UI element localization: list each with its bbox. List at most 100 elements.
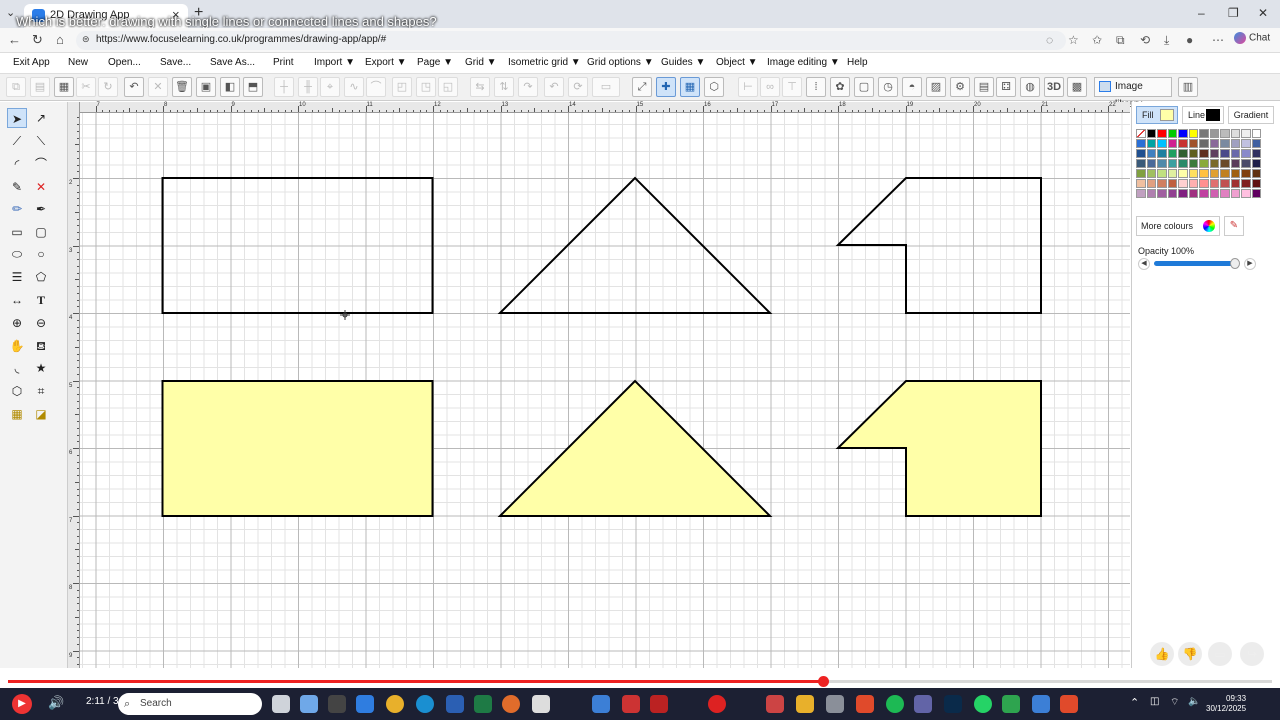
colour-swatch[interactable]	[1199, 159, 1209, 168]
dice-icon[interactable]: ⚃	[996, 77, 1016, 97]
colour-swatch[interactable]	[1146, 169, 1156, 178]
colour-swatch[interactable]	[1136, 169, 1146, 178]
undo-icon[interactable]: ↶	[124, 77, 144, 97]
profile-avatar-icon[interactable]: ●	[1186, 33, 1193, 47]
app-icon-7[interactable]	[856, 695, 874, 713]
colour-swatch[interactable]	[1220, 139, 1230, 148]
filled-triangle[interactable]	[497, 379, 773, 517]
cut-icon[interactable]: ✂	[76, 77, 96, 97]
colour-swatch[interactable]	[1157, 179, 1167, 188]
colour-swatch[interactable]	[1209, 149, 1219, 158]
delete-icon[interactable]: ✕	[148, 77, 168, 97]
app-icon-8[interactable]	[1002, 695, 1020, 713]
trash-icon[interactable]: 🗑	[172, 77, 192, 97]
node-edit-icon[interactable]: ⌖	[320, 77, 340, 97]
drawing-canvas[interactable]	[80, 113, 1130, 668]
colour-swatch[interactable]	[1230, 179, 1240, 188]
colour-swatch[interactable]	[1178, 139, 1188, 148]
arrange-icon[interactable]: ⬒	[243, 77, 263, 97]
menu-open[interactable]: Open...	[108, 57, 141, 68]
colour-swatch[interactable]	[1251, 139, 1261, 148]
show-grid-icon[interactable]: ▦	[680, 77, 700, 97]
colour-swatch[interactable]	[1220, 189, 1230, 198]
restore-icon[interactable]: ❐	[1228, 6, 1239, 20]
colour-swatch[interactable]	[1251, 159, 1261, 168]
opera-icon[interactable]	[708, 695, 726, 713]
paste-icon[interactable]: ▤	[30, 77, 50, 97]
colour-swatch[interactable]	[1136, 159, 1146, 168]
speaker-icon[interactable]: 🔈	[1188, 696, 1200, 707]
favorite-star-icon[interactable]: ☆	[1068, 33, 1079, 47]
app-icon-3[interactable]	[502, 695, 520, 713]
colour-swatch[interactable]	[1230, 149, 1240, 158]
zoom-in-icon[interactable]: ⊕	[7, 313, 27, 333]
colour-swatch[interactable]	[1157, 129, 1167, 138]
eyedropper-icon[interactable]: ✎	[1224, 216, 1244, 236]
colour-swatch[interactable]	[1241, 149, 1251, 158]
arc-draw-icon[interactable]: ◟	[7, 358, 27, 378]
measure-icon[interactable]: ⊤	[782, 77, 802, 97]
select-arrow-icon[interactable]: ➤	[7, 108, 27, 128]
colour-swatch[interactable]	[1230, 189, 1240, 198]
video-progress-bar[interactable]	[0, 668, 1280, 688]
send-back-icon[interactable]: ◳	[416, 77, 436, 97]
dimension-tool-icon[interactable]: ↔	[7, 290, 27, 310]
downloads-icon[interactable]: ⤓	[1164, 33, 1169, 48]
line-tab[interactable]: Line	[1182, 106, 1224, 124]
opacity-increase-icon[interactable]: ▶	[1244, 258, 1256, 270]
line-style-icon[interactable]: ☰	[7, 267, 27, 287]
qr-code-icon[interactable]: ▩	[1067, 77, 1087, 97]
menu-export[interactable]: Export ▼	[365, 57, 407, 68]
colour-swatch[interactable]	[1209, 129, 1219, 138]
gradient-button[interactable]: Gradient	[1228, 106, 1274, 124]
play-icon[interactable]: ▶	[12, 694, 32, 714]
video-progress-knob[interactable]	[818, 676, 830, 687]
circle-tool-icon[interactable]: ○	[31, 244, 51, 264]
colour-swatch[interactable]	[1209, 179, 1219, 188]
no-colour-swatch[interactable]	[1136, 129, 1146, 138]
paste-special-icon[interactable]: ▦	[54, 77, 74, 97]
colour-swatch[interactable]	[1199, 129, 1209, 138]
colour-swatch[interactable]	[1220, 179, 1230, 188]
paint-bucket-icon[interactable]: ⛾	[31, 336, 51, 356]
connected-line-icon[interactable]: ⟍	[31, 131, 51, 151]
rectangle-tool-icon[interactable]: ▭	[7, 222, 27, 242]
colour-swatch[interactable]	[1241, 159, 1251, 168]
whatsapp-icon[interactable]	[974, 695, 992, 713]
colour-swatch[interactable]	[1209, 159, 1219, 168]
colour-swatch[interactable]	[1167, 159, 1177, 168]
fit-page-icon[interactable]: ⤢	[632, 77, 652, 97]
colour-swatch[interactable]	[1178, 189, 1188, 198]
hatch-icon[interactable]: ◍	[1020, 77, 1040, 97]
comment-icon[interactable]: ▭	[1208, 642, 1232, 666]
colour-swatch[interactable]	[1241, 139, 1251, 148]
colour-swatch[interactable]	[1146, 179, 1156, 188]
text-tool-icon[interactable]: T	[31, 290, 51, 310]
polygon-tool-icon[interactable]: ⬠	[31, 267, 51, 287]
colour-swatch[interactable]	[1157, 149, 1167, 158]
colour-swatch[interactable]	[1178, 149, 1188, 158]
rounded-rectangle-icon[interactable]: ▢	[31, 222, 51, 242]
colour-swatch[interactable]	[1157, 139, 1167, 148]
colour-swatch[interactable]	[1220, 169, 1230, 178]
colour-swatch[interactable]	[1146, 139, 1156, 148]
opacity-slider[interactable]: ◀ ▶	[1138, 258, 1262, 270]
arc-tool-icon[interactable]: ◜	[7, 154, 27, 174]
link-icon[interactable]: ∞	[760, 77, 780, 97]
colour-swatch[interactable]	[1146, 149, 1156, 158]
colour-swatch[interactable]	[1188, 179, 1198, 188]
colour-swatch[interactable]	[1230, 159, 1240, 168]
colour-swatch[interactable]	[1167, 139, 1177, 148]
ungroup-icon[interactable]: ◧	[220, 77, 240, 97]
filled-rectangle[interactable]	[161, 380, 434, 517]
colour-swatch[interactable]	[1178, 129, 1188, 138]
colour-swatch[interactable]	[1230, 129, 1240, 138]
colour-swatch[interactable]	[1251, 189, 1261, 198]
outline-triangle[interactable]	[497, 176, 773, 314]
more-colours-button[interactable]: More colours	[1136, 216, 1220, 236]
gear-shape-icon[interactable]: ⚙	[950, 77, 970, 97]
colour-swatch[interactable]	[1199, 149, 1209, 158]
colour-swatch[interactable]	[1220, 159, 1230, 168]
colour-swatch[interactable]	[1188, 139, 1198, 148]
zoom-out-icon[interactable]: ⊖	[31, 313, 51, 333]
